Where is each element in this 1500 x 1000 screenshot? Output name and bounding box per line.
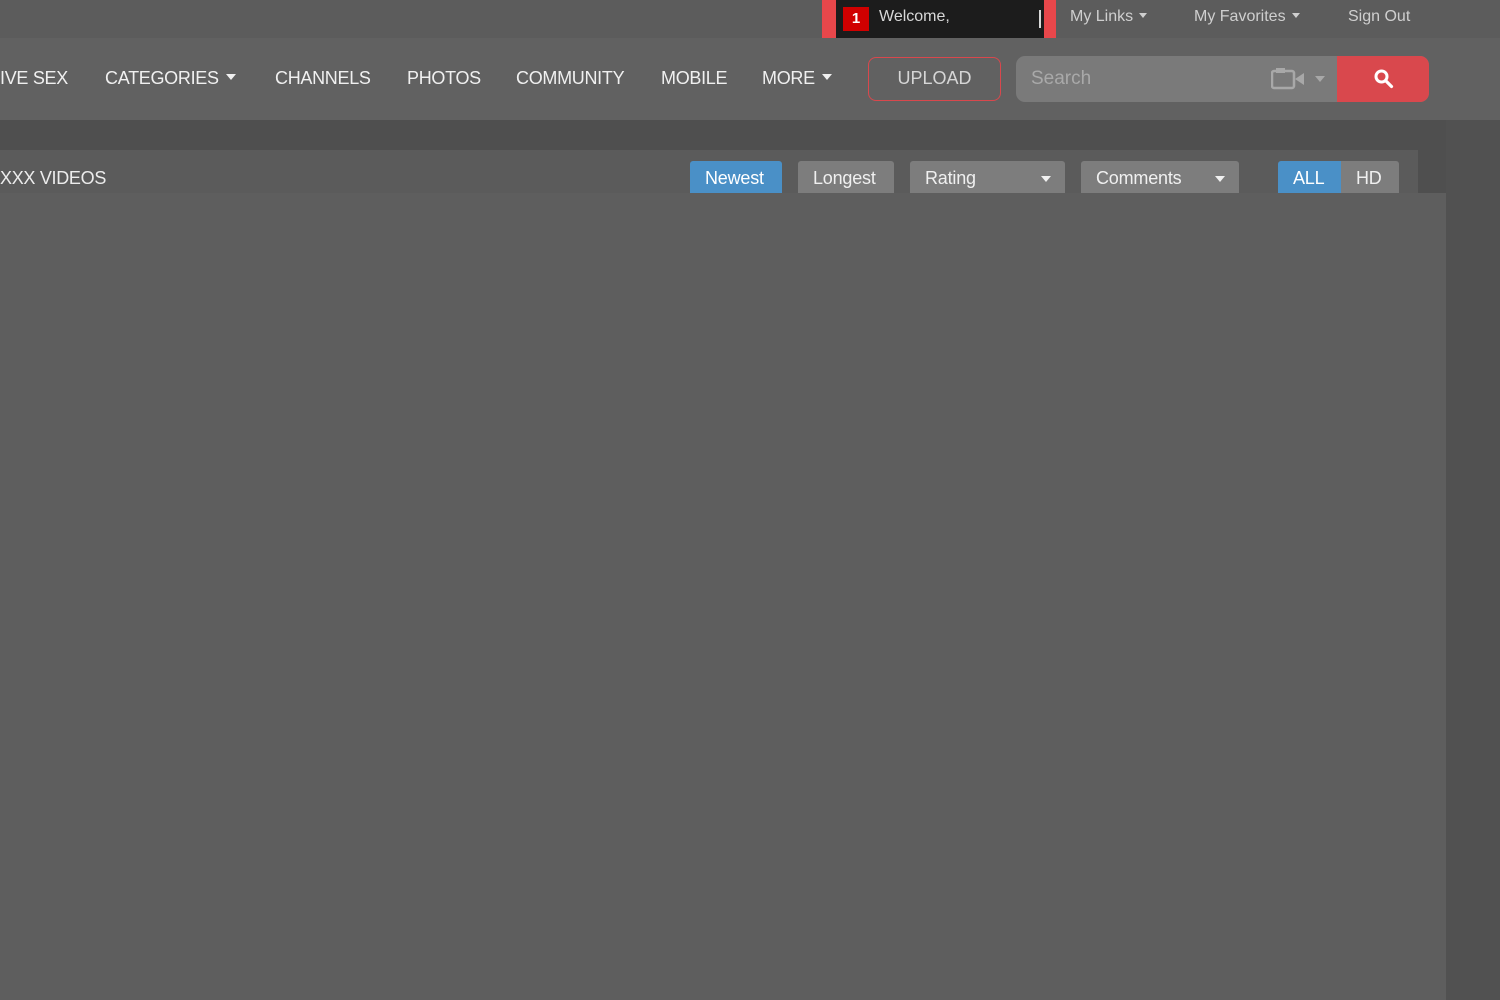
nav-item-more-label: MORE (762, 68, 815, 88)
filter-rating-label: Rating (925, 168, 976, 188)
my-links-menu[interactable]: My Links (1070, 8, 1148, 26)
filter-longest-button[interactable]: Longest (798, 161, 894, 193)
search-icon (1374, 69, 1394, 89)
section-title: XXX VIDEOS (0, 168, 107, 188)
search-bar (1016, 56, 1429, 102)
filter-comments-dropdown[interactable]: Comments (1081, 161, 1239, 193)
video-grid-area (0, 193, 1446, 1000)
filter-hd-button[interactable]: HD (1341, 161, 1399, 193)
right-column (1446, 120, 1500, 1000)
nav-item-categories[interactable]: CATEGORIES (105, 68, 236, 89)
my-favorites-menu[interactable]: My Favorites (1194, 8, 1300, 26)
notification-badge[interactable]: 1 (843, 7, 869, 31)
chevron-down-icon (225, 74, 236, 80)
nav-item-live-sex[interactable]: IVE SEX (0, 68, 68, 89)
nav-item-more[interactable]: MORE (762, 68, 832, 89)
chevron-down-icon (1139, 13, 1148, 18)
sign-out-link[interactable]: Sign Out (1348, 8, 1410, 26)
my-favorites-label: My Favorites (1194, 8, 1286, 25)
nav-item-categories-label: CATEGORIES (105, 68, 219, 88)
search-button[interactable] (1337, 56, 1429, 102)
search-type-chevron-down-icon[interactable] (1315, 76, 1325, 82)
chevron-down-icon (1041, 176, 1051, 182)
chevron-down-icon (821, 74, 832, 80)
chevron-down-icon (1291, 13, 1300, 18)
search-input[interactable] (1016, 56, 1261, 102)
text-cursor (1039, 10, 1041, 28)
camera-icon[interactable] (1271, 68, 1305, 90)
filter-all-button[interactable]: ALL (1278, 161, 1341, 193)
upload-button[interactable]: UPLOAD (868, 57, 1001, 101)
nav-item-channels[interactable]: CHANNELS (275, 68, 371, 89)
nav-item-photos[interactable]: PHOTOS (407, 68, 481, 89)
nav-item-community[interactable]: COMMUNITY (516, 68, 625, 89)
filter-rating-dropdown[interactable]: Rating (910, 161, 1065, 193)
filter-newest-button[interactable]: Newest (690, 161, 782, 193)
chevron-down-icon (1215, 176, 1225, 182)
filter-comments-label: Comments (1096, 168, 1182, 188)
welcome-text: Welcome, (879, 8, 950, 25)
my-links-label: My Links (1070, 8, 1134, 25)
nav-item-mobile[interactable]: MOBILE (661, 68, 728, 89)
